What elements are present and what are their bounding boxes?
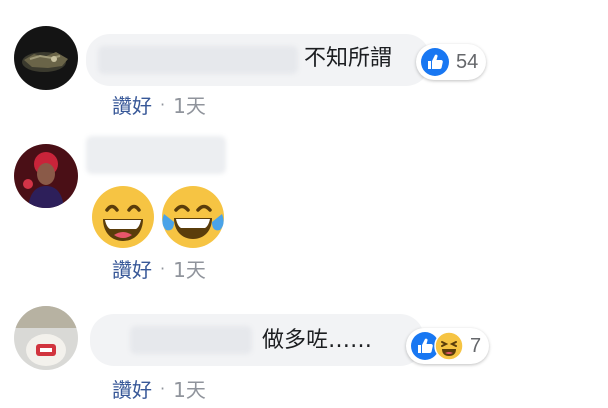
- separator: ·: [160, 259, 166, 278]
- redacted-username: [98, 46, 298, 74]
- like-reaction-icon: [421, 48, 449, 76]
- like-link[interactable]: 讚好: [112, 90, 152, 119]
- like-link[interactable]: 讚好: [112, 374, 152, 403]
- separator: ·: [160, 379, 166, 398]
- haha-reaction-icon: [434, 331, 464, 361]
- comment-actions: 讚好 · 1天: [112, 254, 206, 283]
- comment-text: 不知所謂: [304, 46, 393, 71]
- redacted-username: [86, 136, 226, 174]
- avatar-image-light-icon: [14, 306, 78, 370]
- like-link[interactable]: 讚好: [112, 254, 152, 283]
- avatar-image-dark-icon: [14, 26, 78, 90]
- tears-of-joy-icon: [162, 186, 224, 248]
- avatar[interactable]: [14, 306, 78, 370]
- comment-text: 做多咗……: [262, 328, 373, 353]
- comment-actions: 讚好 · 1天: [112, 90, 206, 119]
- reaction-count: 7: [470, 334, 482, 357]
- grinning-face-icon: [92, 186, 154, 248]
- separator: ·: [160, 95, 166, 114]
- timestamp[interactable]: 1天: [173, 254, 206, 283]
- redacted-username: [130, 326, 252, 354]
- reaction-summary[interactable]: 54: [416, 44, 487, 80]
- avatar[interactable]: [14, 26, 78, 90]
- timestamp[interactable]: 1天: [173, 90, 206, 119]
- like-count: 54: [456, 50, 479, 73]
- avatar-image-red-icon: [14, 144, 78, 208]
- timestamp[interactable]: 1天: [173, 374, 206, 403]
- comment-actions: 讚好 · 1天: [112, 374, 206, 403]
- reaction-summary[interactable]: 7: [406, 328, 490, 364]
- avatar[interactable]: [14, 144, 78, 208]
